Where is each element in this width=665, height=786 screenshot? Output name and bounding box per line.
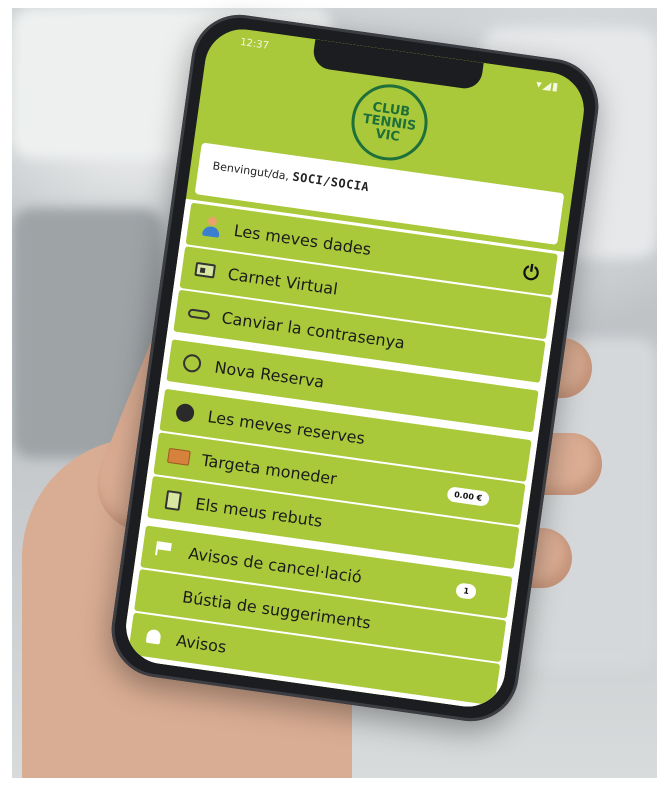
bell-icon xyxy=(139,624,168,649)
menu-item-label: Targeta moneder xyxy=(200,450,339,488)
power-icon[interactable]: ⏻ xyxy=(522,260,541,286)
flag-icon xyxy=(152,537,181,562)
tennis-ball-icon xyxy=(171,400,200,425)
receipt-icon xyxy=(158,487,187,512)
club-logo: CLUB TENNIS VIC xyxy=(346,79,433,166)
wallet-icon xyxy=(165,444,194,469)
balance-badge: 0.00 € xyxy=(446,486,491,507)
menu-item-label: Les meves dades xyxy=(232,220,373,259)
tennis-ball-outline-icon xyxy=(178,351,207,376)
menu-item-label: Avisos xyxy=(175,630,228,657)
menu-item-label: Carnet Virtual xyxy=(226,263,340,299)
welcome-user: SOCI/SOCIA xyxy=(291,169,371,195)
status-time: 12:37 xyxy=(239,36,270,52)
welcome-prefix: Benvingut/da, xyxy=(211,159,290,183)
user-icon xyxy=(197,214,226,239)
count-badge: 1 xyxy=(455,582,477,600)
menu-item-label: Les meves reserves xyxy=(206,406,367,448)
status-icons: ▾◢▮ xyxy=(535,77,560,94)
main-menu: Les meves dades ⏻ Carnet Virtual Canviar… xyxy=(121,198,565,712)
logo-text: VIC xyxy=(374,126,401,145)
menu-item-label: Els meus rebuts xyxy=(194,493,324,531)
blank-icon xyxy=(145,580,174,605)
id-card-icon xyxy=(191,257,220,282)
key-icon xyxy=(185,301,214,326)
menu-item-label: Nova Reserva xyxy=(213,357,326,392)
